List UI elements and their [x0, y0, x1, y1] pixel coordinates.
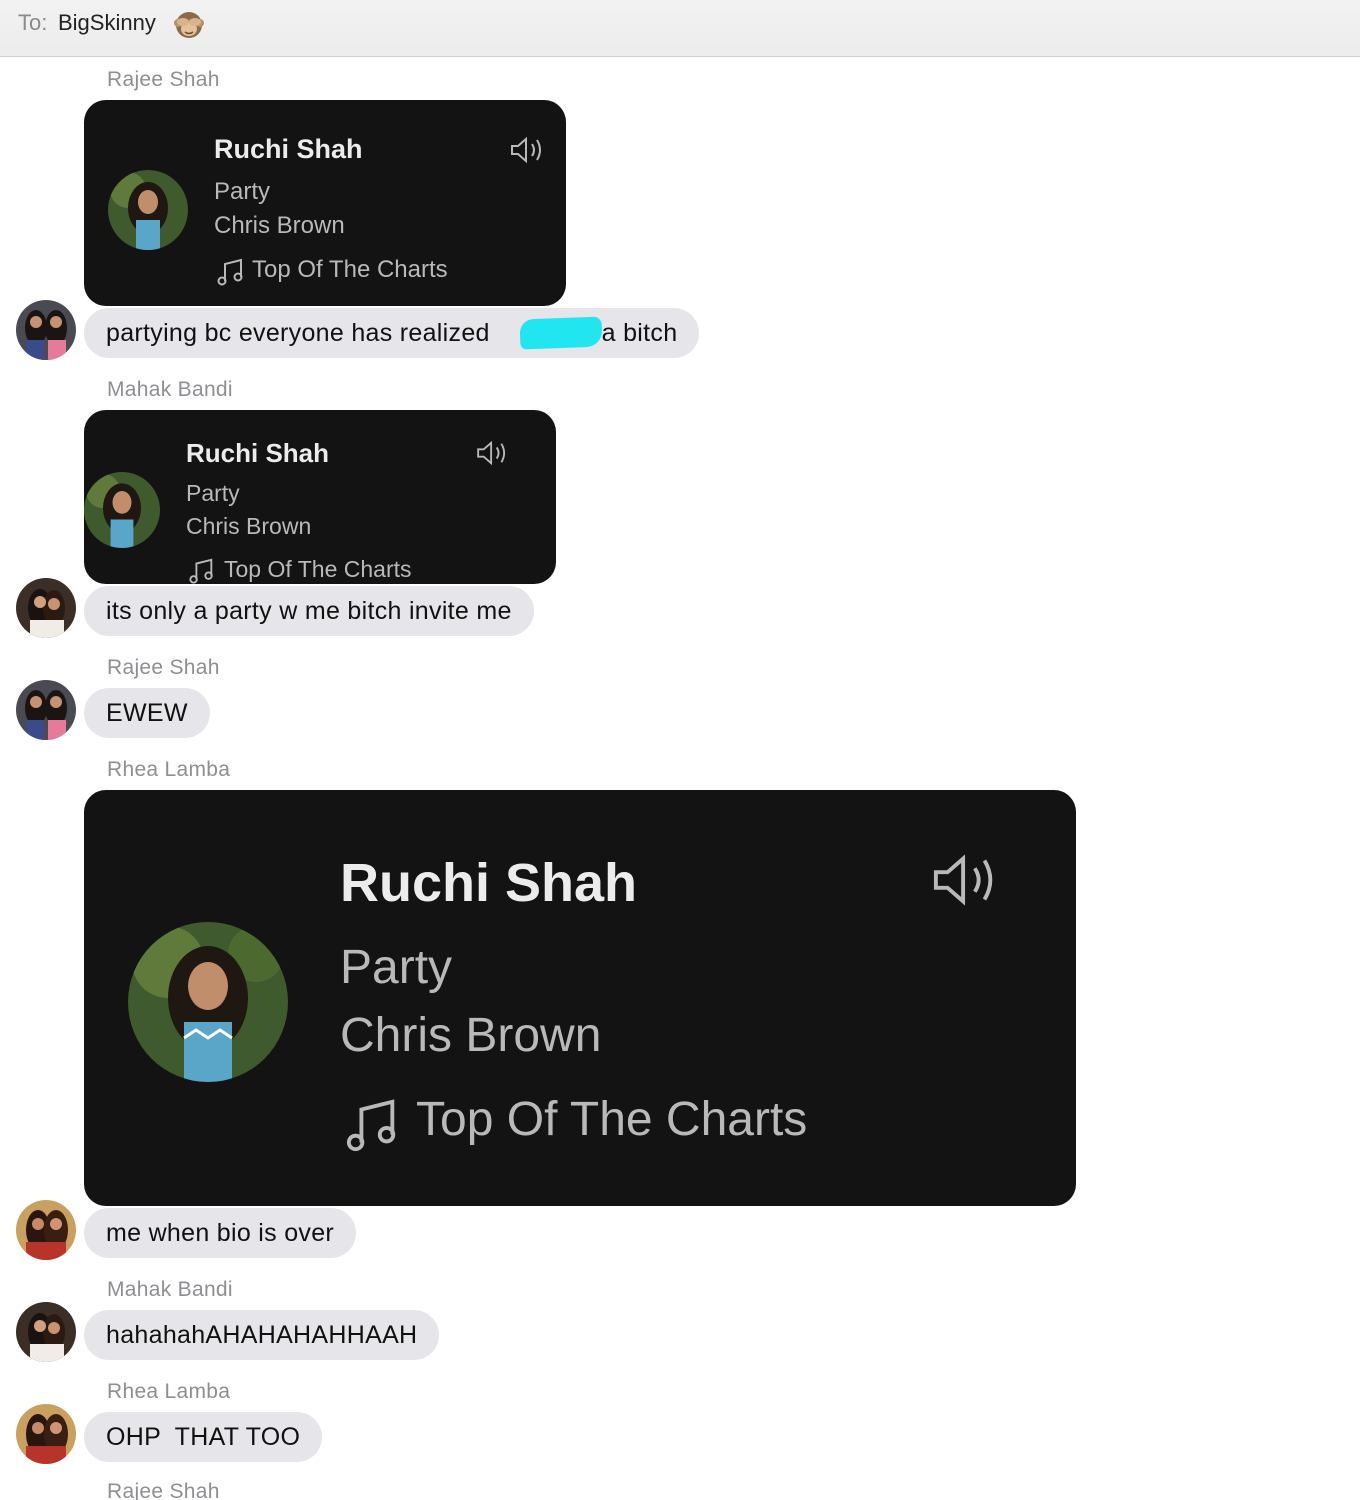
message-text: partying bc everyone has realized: [106, 319, 490, 347]
avatar[interactable]: [16, 300, 76, 360]
see-no-evil-monkey-icon: [174, 12, 204, 38]
speaker-icon[interactable]: [476, 440, 510, 466]
profile-photo: [108, 170, 188, 250]
music-note-icon: [189, 558, 213, 584]
card-artist: Chris Brown: [214, 212, 345, 239]
message-text: its only a party w me bitch invite me: [106, 597, 512, 625]
profile-photo: [84, 472, 160, 548]
profile-photo: [128, 922, 288, 1082]
card-playlist: Top Of The Charts: [416, 1093, 808, 1146]
message-bubble[interactable]: me when bio is over: [84, 1208, 357, 1258]
card-song: Party: [340, 941, 453, 994]
sender-name: Rhea Lamba: [107, 1380, 231, 1403]
card-song: Party: [214, 178, 271, 205]
avatar[interactable]: [16, 1404, 76, 1464]
message-text: hahahahAHAHAHAHHAAH: [106, 1321, 418, 1349]
recipient-name[interactable]: BigSkinny: [58, 10, 156, 36]
card-name: Ruchi Shah: [214, 134, 363, 164]
conversation-header: To: BigSkinny: [0, 0, 1360, 57]
to-label: To:: [18, 10, 48, 35]
spotify-share-card[interactable]: Ruchi Shah Party Chris Brown Top Of The …: [84, 410, 556, 584]
card-playlist: Top Of The Charts: [224, 556, 412, 582]
avatar[interactable]: [16, 578, 76, 638]
spotify-share-card[interactable]: Ruchi Shah Party Chris Brown Top Of The …: [84, 100, 566, 306]
avatar[interactable]: [16, 1302, 76, 1362]
message-text: EWEW: [106, 699, 188, 727]
message-bubble[interactable]: EWEW: [84, 688, 210, 738]
card-playlist: Top Of The Charts: [252, 256, 448, 283]
card-artist: Chris Brown: [340, 1009, 602, 1062]
speaker-icon[interactable]: [932, 852, 1002, 908]
spotify-share-card[interactable]: Ruchi Shah Party Chris Brown Top Of The …: [84, 790, 1076, 1206]
sender-name: Rhea Lamba: [107, 758, 231, 781]
redaction-mark: [519, 316, 603, 350]
sender-name: Mahak Bandi: [107, 1278, 233, 1301]
sender-name: Rajee Shah: [107, 68, 220, 91]
message-bubble[interactable]: hahahahAHAHAHAHHAAH: [84, 1310, 440, 1360]
music-note-icon: [346, 1099, 396, 1152]
card-name: Ruchi Shah: [340, 853, 638, 913]
message-bubble[interactable]: partying bc everyone has realized is a bi…: [84, 308, 700, 358]
music-note-icon: [217, 258, 243, 286]
card-artist: Chris Brown: [186, 513, 312, 539]
message-bubble[interactable]: OHP THAT TOO: [84, 1412, 323, 1462]
sender-name: Rajee Shah: [107, 1480, 220, 1500]
card-name: Ruchi Shah: [186, 438, 330, 468]
message-bubble[interactable]: its only a party w me bitch invite me: [84, 586, 534, 636]
message-text: me when bio is over: [106, 1219, 335, 1247]
sender-name: Mahak Bandi: [107, 378, 233, 401]
sender-name: Rajee Shah: [107, 656, 220, 679]
speaker-icon[interactable]: [510, 136, 546, 164]
card-song: Party: [186, 480, 240, 506]
avatar[interactable]: [16, 680, 76, 740]
avatar[interactable]: [16, 1200, 76, 1260]
message-text: OHP THAT TOO: [106, 1423, 301, 1451]
